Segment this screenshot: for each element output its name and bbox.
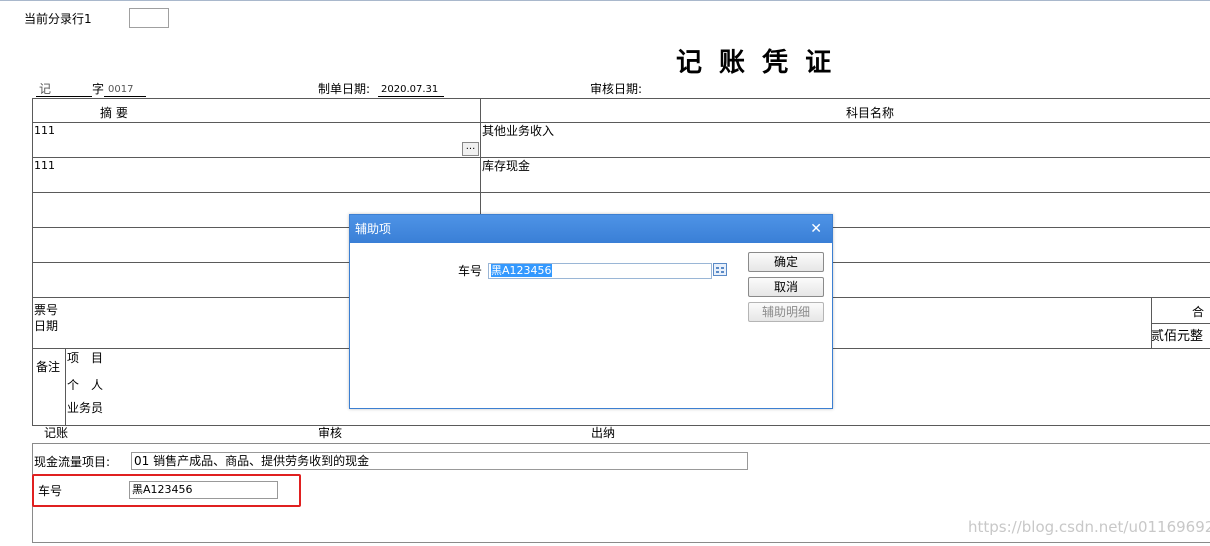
cashflow-label: 现金流量项目:: [34, 455, 111, 469]
dialog-titlebar[interactable]: 辅助项 ✕: [350, 215, 832, 243]
voucher-number-underline: [104, 96, 146, 97]
grid-header-line: [32, 122, 1210, 123]
cancel-button[interactable]: 取消: [748, 277, 824, 297]
bookkeeper-label: 记账: [44, 426, 69, 440]
voucher-number[interactable]: 0017: [108, 83, 133, 97]
top-border: [0, 0, 1210, 1]
dialog-car-value: 黑A123456: [491, 264, 552, 277]
remark-label: 备注: [36, 360, 61, 374]
reference-lookup-icon[interactable]: [713, 263, 727, 276]
row-2-summary[interactable]: 111: [34, 159, 55, 173]
project-label: 项 目: [67, 351, 104, 365]
cashflow-input[interactable]: 01 销售产成品、商品、提供劳务收到的现金: [131, 452, 748, 470]
watermark: https://blog.csdn.net/u011696928: [968, 518, 1210, 536]
ticket-number-label: 票号: [34, 303, 59, 317]
total-amount: 贰佰元整: [1151, 329, 1204, 344]
dialog-car-label: 车号: [458, 264, 483, 278]
dialog-car-input[interactable]: 黑A123456: [488, 263, 712, 279]
grid-row-line: [32, 192, 1210, 193]
grid-row-line: [32, 425, 1210, 426]
row-1-account[interactable]: 其他业务收入: [482, 124, 554, 138]
total-split-line: [1151, 323, 1210, 324]
voucher-type[interactable]: 记: [39, 82, 51, 96]
voucher-title: 记 账 凭 证: [676, 48, 836, 78]
grid-left-line: [32, 98, 33, 425]
dialog-title: 辅助项: [355, 222, 392, 236]
audit-date-label: 审核日期:: [590, 82, 643, 96]
make-date-value[interactable]: 2020.07.31: [381, 83, 438, 97]
highlight-box: [32, 474, 301, 507]
row-2-account[interactable]: 库存现金: [482, 159, 530, 173]
remark-split-line: [65, 348, 66, 425]
close-icon[interactable]: ✕: [810, 215, 822, 243]
auxiliary-dialog: 辅助项 ✕ 车号 黑A123456 确定 取消 辅助明细: [349, 214, 833, 409]
bottom-panel-top: [32, 443, 1210, 444]
grid-top-line: [32, 98, 1210, 99]
auditor-label: 审核: [318, 426, 343, 440]
bottom-panel-bottom: [32, 542, 1210, 543]
column-summary-header: 摘 要: [100, 106, 128, 120]
row-ellipsis-button[interactable]: ...: [462, 142, 479, 156]
ticket-date-label: 日期: [34, 319, 59, 333]
person-label: 个 人: [67, 378, 104, 392]
cashier-label: 出纳: [591, 426, 616, 440]
ok-button[interactable]: 确定: [748, 252, 824, 272]
column-account-header: 科目名称: [846, 106, 895, 120]
total-label: 合: [1192, 305, 1205, 319]
grid-row-line: [32, 157, 1210, 158]
make-date-underline: [378, 96, 444, 97]
voucher-type-underline: [36, 96, 92, 97]
auxiliary-detail-button[interactable]: 辅助明细: [748, 302, 824, 322]
row-1-summary[interactable]: 111: [34, 124, 55, 138]
make-date-label: 制单日期:: [318, 82, 371, 96]
salesman-label: 业务员: [67, 401, 104, 415]
zi-label: 字: [92, 82, 105, 96]
current-row-label: 当前分录行1: [24, 12, 92, 26]
current-row-input[interactable]: [129, 8, 169, 28]
